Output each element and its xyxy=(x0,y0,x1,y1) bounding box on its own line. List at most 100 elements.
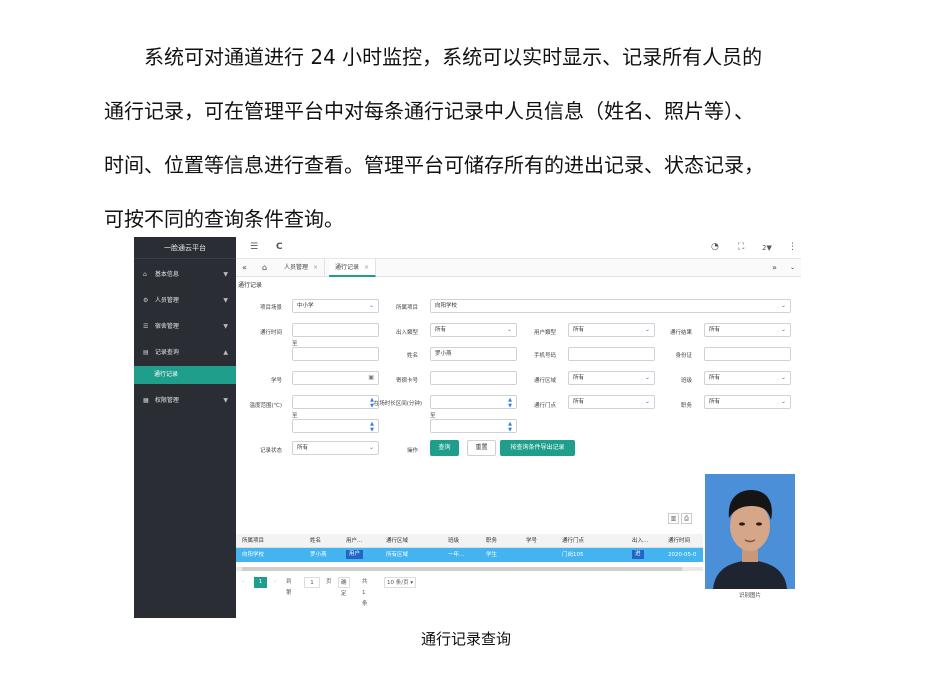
select-value: 所有 xyxy=(573,375,585,381)
paragraph-line: 系统可对通道进行 24 小时监控，系统可以实时显示、记录所有人员的 xyxy=(144,45,763,69)
table-toolbar: ▥ ⎙ xyxy=(666,513,692,524)
temp-min-input[interactable]: ▲ ▼ xyxy=(292,395,379,409)
print-icon[interactable]: ⎙ xyxy=(681,513,692,524)
gear-icon: ⚙ xyxy=(143,297,149,304)
chevron-down-icon[interactable]: ⌄ xyxy=(790,259,795,277)
gauge-icon[interactable]: ◔ xyxy=(711,242,719,252)
to-label: 至 xyxy=(430,413,436,419)
tab-label: 通行记录 xyxy=(335,264,360,271)
more-icon[interactable]: ⋮ xyxy=(788,242,797,252)
prev-tab-icon[interactable]: « xyxy=(242,259,247,277)
figure-caption: 通行记录查询 xyxy=(420,630,511,648)
sidebar-item-label: 人员管理 xyxy=(154,297,179,304)
temp-label: 温度范围(℃) xyxy=(249,403,282,409)
col-header: 通行区域 xyxy=(386,538,409,544)
user-type-label: 用户類型 xyxy=(533,330,556,336)
cell: 向阳学校 xyxy=(242,552,265,558)
sidebar-item-basic-info[interactable]: ⌂ 基本信息 ▼ xyxy=(134,262,236,288)
temp-max-input[interactable]: ▲ ▼ xyxy=(292,419,379,433)
gate-label: 通行门点 xyxy=(533,403,556,409)
close-icon[interactable]: × xyxy=(313,264,318,271)
sidebar-item-person-manage[interactable]: ⚙ 人员管理 ▼ xyxy=(134,288,236,314)
export-button[interactable]: 按查询条件导出记录 xyxy=(500,440,575,456)
stay-max-input[interactable]: ▲ ▼ xyxy=(430,419,517,433)
time-start-input[interactable] xyxy=(292,323,379,337)
sidebar-item-permission[interactable]: ▦ 权限管理 ▼ xyxy=(134,388,236,414)
horizontal-scrollbar[interactable] xyxy=(236,567,703,571)
scrollbar-thumb[interactable] xyxy=(242,567,682,571)
user-type-badge: 用户 xyxy=(346,550,364,559)
body-paragraph: 系统可对通道进行 24 小时监控，系统可以实时显示、记录所有人员的 通行记录，可… xyxy=(104,30,844,246)
menu-toggle-icon[interactable]: ☰ xyxy=(250,242,258,252)
cell: 一年... xyxy=(448,552,465,558)
query-button[interactable]: 查询 xyxy=(430,440,459,456)
tab-pass-record[interactable]: 通行记录 × xyxy=(329,259,376,277)
sidebar-subitem-pass-record[interactable]: 通行记录 xyxy=(134,366,236,384)
result-label: 通行结果 xyxy=(669,330,692,336)
select-value: 所有 xyxy=(435,327,447,333)
home-tab-icon[interactable]: ⌂ xyxy=(262,259,267,277)
select-value: 所有 xyxy=(709,399,721,405)
caret-down-icon: ▼ xyxy=(223,271,228,278)
col-header: 所属项目 xyxy=(242,538,265,544)
refresh-icon[interactable]: C xyxy=(276,242,283,252)
top-bar: ☰ C ◔ ⛶ 2▼ ⋮ xyxy=(236,237,801,259)
caret-up-icon: ▲ xyxy=(223,349,228,356)
to-label: 至 xyxy=(292,413,298,419)
direction-label: 出入類型 xyxy=(395,330,418,336)
cell: 2020-05-0 xyxy=(668,552,697,558)
paragraph-line: 通行记录，可在管理平台中对每条通行记录中人员信息（姓名、照片等）、 xyxy=(104,99,754,123)
name-input[interactable]: 罗小燕 xyxy=(430,347,517,361)
sidebar-item-label: 记录查询 xyxy=(154,349,179,356)
tab-person-manage[interactable]: 人员管理 × xyxy=(278,259,325,277)
venue-select[interactable]: 中小学 ⌄ xyxy=(292,299,379,313)
time-label: 通行时间 xyxy=(259,330,282,336)
confirm-button[interactable]: 确定 xyxy=(338,577,350,597)
close-icon[interactable]: × xyxy=(364,264,369,271)
select-value: 所有 xyxy=(709,327,721,333)
caret-down-icon: ▼ xyxy=(223,323,228,330)
direction-select[interactable]: 所有 ⌄ xyxy=(430,323,517,337)
chevron-down-icon: ⌄ xyxy=(780,302,786,309)
sidebar-item-record-query[interactable]: ▤ 记录查询 ▲ xyxy=(134,340,236,366)
dorm-card-input[interactable] xyxy=(430,371,517,385)
student-no-input[interactable]: ▣ xyxy=(292,371,379,385)
col-header: 通行时间 xyxy=(668,538,691,544)
fullscreen-icon[interactable]: ⛶ xyxy=(738,242,744,252)
spinner-icon[interactable]: ▲ ▼ xyxy=(508,421,512,433)
col-header: 通行门点 xyxy=(562,538,585,544)
op-label: 操作 xyxy=(406,448,418,454)
per-page-select[interactable]: 10 条/页 ▾ xyxy=(384,577,417,588)
chevron-down-icon: ⌄ xyxy=(780,326,786,333)
result-select[interactable]: 所有 ⌄ xyxy=(704,323,791,337)
sidebar: 一脸通云平台 ⌂ 基本信息 ▼ ⚙ 人员管理 ▼ ☰ 宿舍管理 ▼ ▤ 记录查询… xyxy=(134,237,236,618)
paragraph-line: 时间、位置等信息进行查看。管理平台可储存所有的进出记录、状态记录， xyxy=(104,153,764,177)
columns-icon[interactable]: ▥ xyxy=(668,513,679,524)
next-page-icon[interactable]: › xyxy=(274,577,276,588)
stay-min-input[interactable]: ▲ ▼ xyxy=(430,395,517,409)
cell: 学生 xyxy=(486,552,498,558)
table-row[interactable]: 向阳学校 罗小燕 用户 所有区域 一年... 学生 门岗105 进 2020-0… xyxy=(236,548,703,562)
duty-label: 职务 xyxy=(680,403,692,409)
page-number[interactable]: 1 xyxy=(254,577,267,588)
col-header: 出入... xyxy=(632,538,649,544)
select-value: 向阳学校 xyxy=(435,303,458,309)
next-tab-icon[interactable]: » xyxy=(772,259,777,277)
sidebar-item-dorm-manage[interactable]: ☰ 宿舍管理 ▼ xyxy=(134,314,236,340)
reset-button[interactable]: 重置 xyxy=(467,440,496,456)
class-select[interactable]: 所有 ⌄ xyxy=(704,371,791,385)
direction-badge: 进 xyxy=(632,550,644,559)
select-value: 所有 xyxy=(709,375,721,381)
duty-select[interactable]: 所有 ⌄ xyxy=(704,395,791,409)
time-end-input[interactable] xyxy=(292,347,379,361)
panel-title: 通行记录 xyxy=(238,282,263,289)
embedded-screenshot: 一脸通云平台 ⌂ 基本信息 ▼ ⚙ 人员管理 ▼ ☰ 宿舍管理 ▼ ▤ 记录查询… xyxy=(134,237,801,618)
project-select[interactable]: 向阳学校 ⌄ xyxy=(430,299,791,313)
state-select[interactable]: 所有 ⌄ xyxy=(292,441,379,455)
page-input[interactable]: 1 xyxy=(304,577,320,588)
id-card-input[interactable] xyxy=(704,347,791,361)
prev-page-icon[interactable]: ‹ xyxy=(242,577,244,588)
spinner-icon[interactable]: ▲ ▼ xyxy=(370,421,374,433)
student-no-label: 学号 xyxy=(270,378,282,384)
user-count-badge[interactable]: 2▼ xyxy=(762,244,772,252)
